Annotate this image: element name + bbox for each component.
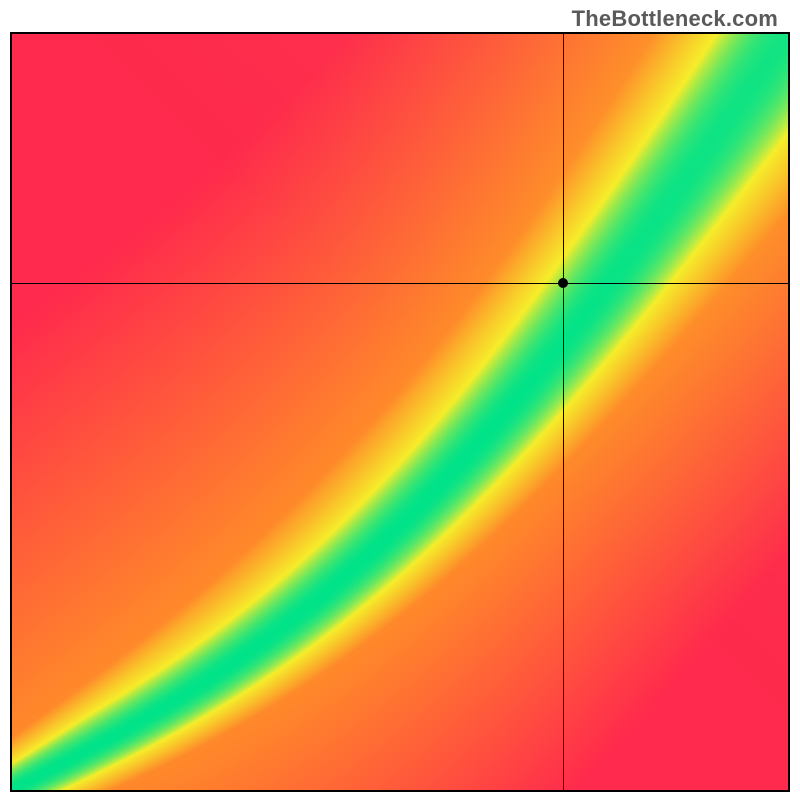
site-branding: TheBottleneck.com — [572, 6, 778, 32]
bottleneck-heatmap[interactable] — [10, 32, 790, 792]
heatmap-canvas — [12, 34, 788, 790]
